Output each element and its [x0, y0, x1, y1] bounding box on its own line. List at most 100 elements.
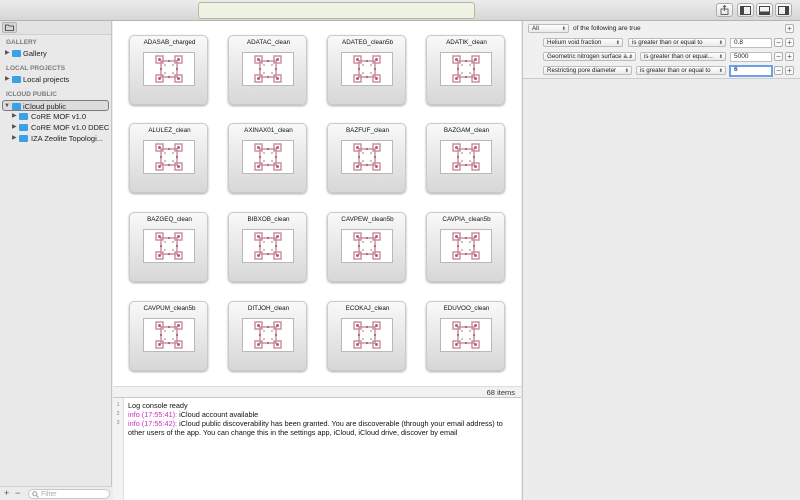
sidebar-item-label: Local projects	[23, 75, 70, 84]
window-toolbar	[0, 0, 800, 21]
match-mode-select[interactable]: All ⬍	[528, 24, 569, 33]
rule-field-select[interactable]: Geometric nitrogen surface a... ⬍	[543, 52, 636, 61]
popup-arrows-icon: ⬍	[718, 40, 723, 46]
structure-tile[interactable]: CAVPEW_clean5b	[327, 212, 406, 282]
search-icon	[32, 491, 39, 498]
structure-tile[interactable]: BIBXOB_clean	[228, 212, 307, 282]
folder-tab-button[interactable]	[2, 22, 17, 33]
rule-operator-select[interactable]: is greater than or equal... ⬍	[640, 52, 726, 61]
share-icon	[720, 5, 729, 15]
remove-rule-button[interactable]: −	[774, 38, 783, 47]
log-text: Log console ready info (17:55:41): iClou…	[128, 401, 520, 437]
disclosure-triangle-icon[interactable]: ▶	[12, 111, 17, 122]
sidebar-item-iza-zeolite[interactable]: ▶ IZA Zeolite Topologi...	[0, 133, 111, 144]
sidebar-item-gallery[interactable]: ▶ Gallery	[0, 48, 111, 59]
bottom-pane-icon	[759, 5, 770, 15]
structure-thumbnail	[242, 318, 294, 352]
structure-name: DITJOH_clean	[247, 305, 290, 312]
disclosure-triangle-icon[interactable]: ▶	[5, 48, 10, 59]
item-count: 68 items	[486, 388, 515, 397]
rule-operator-value: is greater than or equal to	[632, 39, 703, 46]
structure-tile[interactable]: BAZFUF_clean	[327, 123, 406, 193]
structure-tile[interactable]: ADASAB_charged	[129, 35, 208, 105]
add-rule-button[interactable]: +	[785, 66, 794, 75]
folder-icon	[19, 135, 28, 142]
section-header-gallery: GALLERY	[6, 39, 37, 46]
structure-tile[interactable]: ADATEG_clean5b	[327, 35, 406, 105]
rule-field-value: Restricting pore diameter	[547, 67, 617, 74]
structure-thumbnail	[242, 52, 294, 86]
structure-tile[interactable]: ECOKAJ_clean	[327, 301, 406, 371]
folder-icon	[12, 103, 21, 110]
structure-name: CAVPIA_clean5b	[442, 216, 491, 223]
structure-tile[interactable]: CAVPIA_clean5b	[426, 212, 505, 282]
structure-name: ADATEG_clean5b	[342, 39, 393, 46]
disclosure-triangle-icon[interactable]: ▶	[5, 74, 10, 85]
remove-rule-button[interactable]: −	[774, 66, 783, 75]
sidebar-item-label: IZA Zeolite Topologi...	[31, 134, 103, 143]
folder-icon	[12, 76, 21, 83]
add-button[interactable]: +	[4, 488, 9, 498]
rule-value-field[interactable]: 5000	[730, 52, 772, 62]
structure-tile[interactable]: CAVPUM_clean5b	[129, 301, 208, 371]
structure-thumbnail	[242, 140, 294, 174]
popup-arrows-icon: ⬍	[718, 54, 723, 60]
structure-thumbnail	[341, 229, 393, 263]
line-number: 1	[116, 402, 120, 408]
disclosure-triangle-icon[interactable]: ▶	[12, 133, 17, 144]
structure-name: CAVPEW_clean5b	[341, 216, 394, 223]
add-rule-button[interactable]: +	[785, 52, 794, 61]
toggle-left-pane-button[interactable]	[737, 3, 754, 17]
add-rule-button[interactable]: +	[785, 24, 794, 33]
sidebar-item-core-mof-ddec[interactable]: ▶ CoRE MOF v1.0 DDEC	[0, 122, 111, 133]
structure-tile[interactable]: ADATAC_clean	[228, 35, 307, 105]
line-number-gutter: 1 2 3	[113, 398, 124, 500]
left-pane-icon	[740, 5, 751, 15]
sidebar-bottom-bar: + − Filter	[0, 486, 112, 500]
rule-value-field[interactable]: 0.8	[730, 38, 772, 48]
structure-name: AXINAX01_clean	[244, 127, 293, 134]
sidebar-item-core-mof[interactable]: ▶ CoRE MOF v1.0	[0, 111, 111, 122]
toggle-right-pane-button[interactable]	[775, 3, 792, 17]
sidebar-item-icloud-public[interactable]: ▼ iCloud public	[2, 100, 109, 111]
structure-thumbnail	[143, 140, 195, 174]
structure-name: CAVPUM_clean5b	[143, 305, 196, 312]
structure-tile[interactable]: ADATIK_clean	[426, 35, 505, 105]
structure-name: ADATAC_clean	[246, 39, 291, 46]
search-predicate-panel: All ⬍ of the following are true + Helium …	[522, 21, 800, 500]
structure-tile[interactable]: EDUVOO_clean	[426, 301, 505, 371]
structure-tile[interactable]: DITJOH_clean	[228, 301, 307, 371]
log-message: Log console ready	[128, 401, 188, 410]
rule-operator-select[interactable]: is greater than or equal to ⬍	[636, 66, 726, 75]
share-button[interactable]	[716, 3, 733, 17]
rule-value-field[interactable]: 6	[729, 65, 773, 77]
rule-field-select[interactable]: Helium void fraction ⬍	[543, 38, 623, 47]
structure-tile[interactable]: BAZGEQ_clean	[129, 212, 208, 282]
structure-thumbnail	[143, 318, 195, 352]
section-header-icloud-public: ICLOUD PUBLIC	[6, 91, 57, 98]
toggle-bottom-pane-button[interactable]	[756, 3, 773, 17]
structure-tile[interactable]: BAZGAM_clean	[426, 123, 505, 193]
log-timestamp: info (17:55:42):	[128, 419, 178, 428]
structure-name: ECOKAJ_clean	[345, 305, 390, 312]
structure-name: ALULEZ_clean	[148, 127, 191, 134]
sidebar-item-label: Gallery	[23, 49, 47, 58]
sidebar-item-local-projects[interactable]: ▶ Local projects	[0, 74, 111, 85]
rule-operator-value: is greater than or equal to	[640, 67, 711, 74]
rule-operator-select[interactable]: is greater than or equal to ⬍	[628, 38, 726, 47]
popup-arrows-icon: ⬍	[615, 40, 620, 46]
folder-icon	[19, 113, 28, 120]
folder-icon	[5, 24, 14, 31]
activity-field	[198, 2, 475, 19]
log-message: iCloud public discoverability has been g…	[128, 419, 503, 437]
filter-field[interactable]: Filter	[28, 489, 110, 499]
structure-tile[interactable]: ALULEZ_clean	[129, 123, 208, 193]
rule-field-select[interactable]: Restricting pore diameter ⬍	[543, 66, 632, 75]
disclosure-triangle-icon[interactable]: ▶	[12, 122, 17, 133]
remove-button[interactable]: −	[15, 488, 20, 498]
add-rule-button[interactable]: +	[785, 38, 794, 47]
log-console[interactable]: 1 2 3 Log console ready info (17:55:41):…	[113, 398, 521, 500]
structure-tile[interactable]: AXINAX01_clean	[228, 123, 307, 193]
structure-thumbnail	[341, 52, 393, 86]
remove-rule-button[interactable]: −	[774, 52, 783, 61]
